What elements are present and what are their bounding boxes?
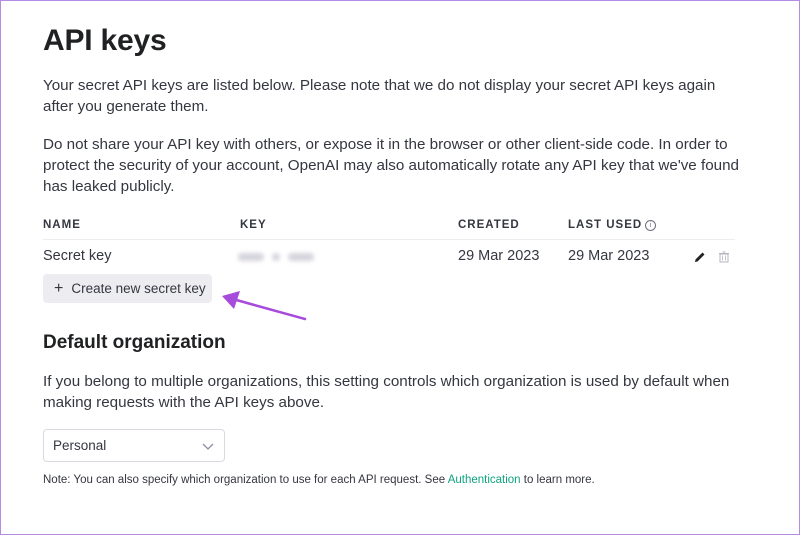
table-divider: [43, 239, 735, 240]
intro-paragraph: Your secret API keys are listed below. P…: [43, 77, 716, 115]
security-paragraph: Do not share your API key with others, o…: [43, 136, 739, 195]
column-header-created: CREATED: [458, 219, 520, 231]
note-text-before: Note: You can also specify which organiz…: [43, 474, 448, 486]
page-title: API keys: [43, 24, 167, 57]
created-date-cell: 29 Mar 2023: [458, 248, 540, 264]
trash-icon[interactable]: [717, 250, 731, 264]
note-text-after: to learn more.: [520, 474, 595, 486]
key-name-cell: Secret key: [43, 248, 112, 264]
default-organization-description: If you belong to multiple organizations,…: [43, 373, 730, 411]
chevron-down-icon: [202, 443, 214, 450]
authentication-link[interactable]: Authentication: [448, 474, 521, 486]
last-used-date-cell: 29 Mar 2023: [568, 248, 650, 264]
plus-icon: +: [54, 279, 64, 297]
column-header-key: KEY: [240, 219, 267, 231]
pencil-icon[interactable]: [693, 250, 707, 264]
create-secret-key-button[interactable]: + Create new secret key: [43, 274, 212, 303]
column-header-last-used: LAST USED i: [568, 219, 657, 231]
organization-select[interactable]: Personal: [43, 429, 225, 462]
note-text: Note: You can also specify which organiz…: [43, 474, 595, 486]
key-value-redacted: [238, 250, 314, 264]
info-icon[interactable]: i: [645, 220, 657, 231]
default-organization-heading: Default organization: [43, 332, 226, 353]
create-secret-key-label: Create new secret key: [71, 281, 206, 296]
organization-select-value: Personal: [53, 438, 107, 453]
column-header-name: NAME: [43, 219, 81, 231]
column-header-last-used-label: LAST USED: [568, 219, 643, 231]
